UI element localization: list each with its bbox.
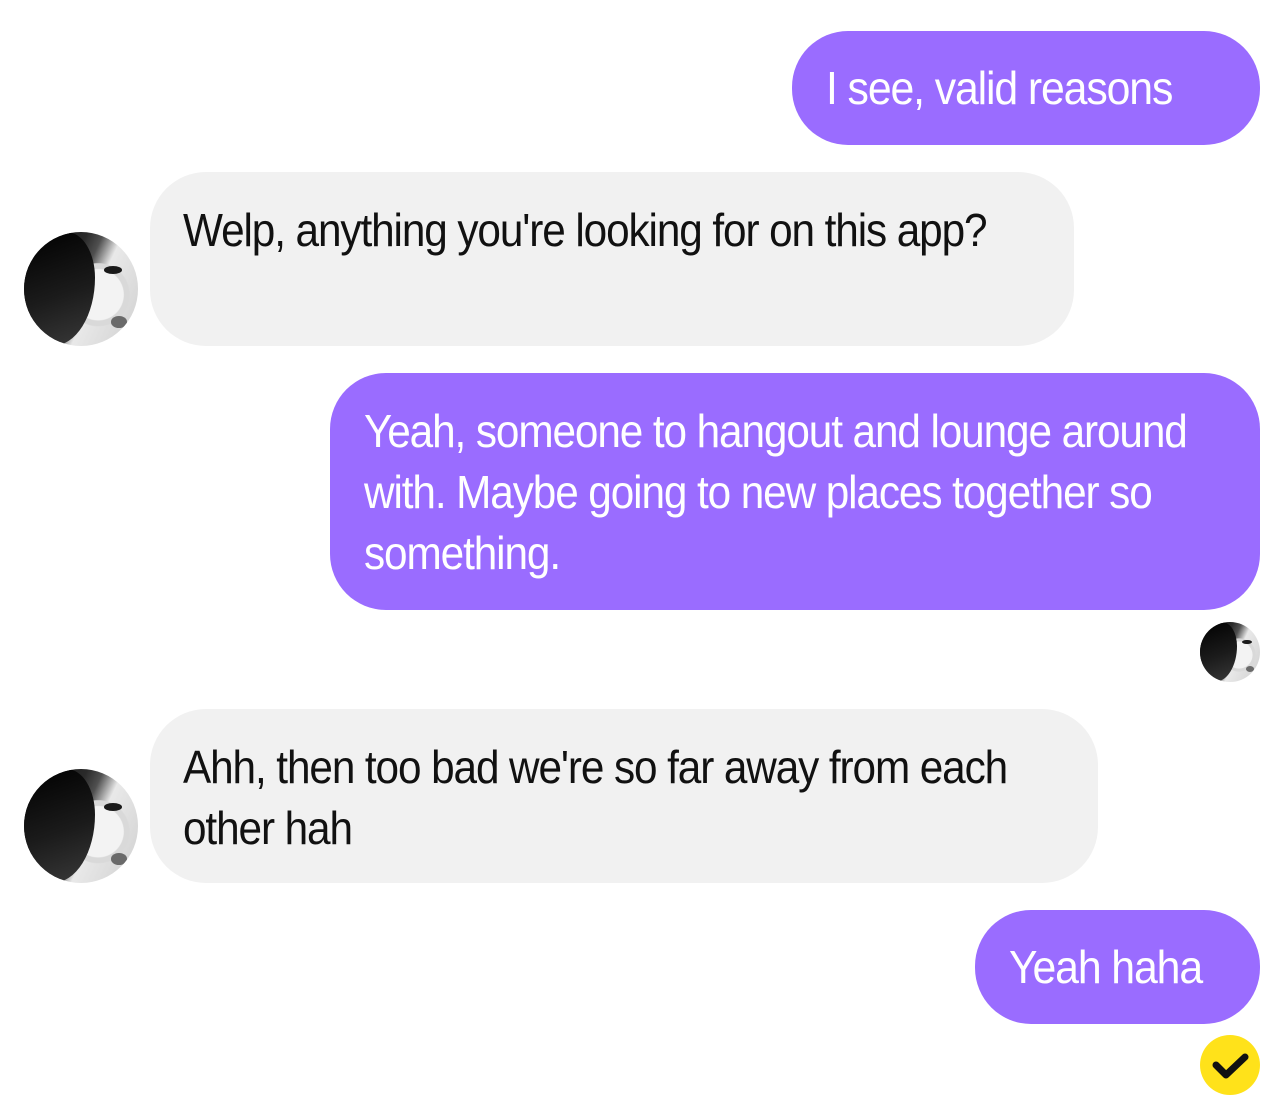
message-text: I see, valid reasons	[826, 62, 1173, 114]
avatar-lips	[1245, 666, 1254, 673]
message-bubble-received[interactable]: Welp, anything you're looking for on thi…	[150, 172, 1074, 346]
message-bubble-sent[interactable]: Yeah, someone to hangout and lounge arou…	[330, 373, 1260, 610]
checkmark-icon	[1200, 1035, 1260, 1095]
contact-avatar[interactable]	[24, 232, 138, 346]
avatar-eye	[103, 803, 123, 812]
message-bubble-sent[interactable]: Yeah haha	[975, 910, 1260, 1024]
avatar-hair	[24, 232, 95, 346]
message-text: Welp, anything you're looking for on thi…	[183, 204, 988, 256]
contact-avatar[interactable]	[24, 769, 138, 883]
avatar-lips	[110, 853, 127, 865]
read-receipt-avatar	[1200, 622, 1260, 682]
avatar-lips	[110, 316, 127, 328]
avatar-eye	[103, 266, 123, 275]
message-text: Yeah haha	[1009, 941, 1203, 993]
avatar-eye	[1242, 640, 1252, 645]
message-text: Yeah, someone to hangout and lounge arou…	[364, 405, 1198, 579]
message-text: Ahh, then too bad we're so far away from…	[183, 741, 1018, 854]
message-bubble-sent[interactable]: I see, valid reasons	[792, 31, 1260, 145]
avatar-hair	[24, 769, 95, 883]
avatar-hair	[1200, 622, 1238, 682]
message-bubble-received[interactable]: Ahh, then too bad we're so far away from…	[150, 709, 1098, 883]
